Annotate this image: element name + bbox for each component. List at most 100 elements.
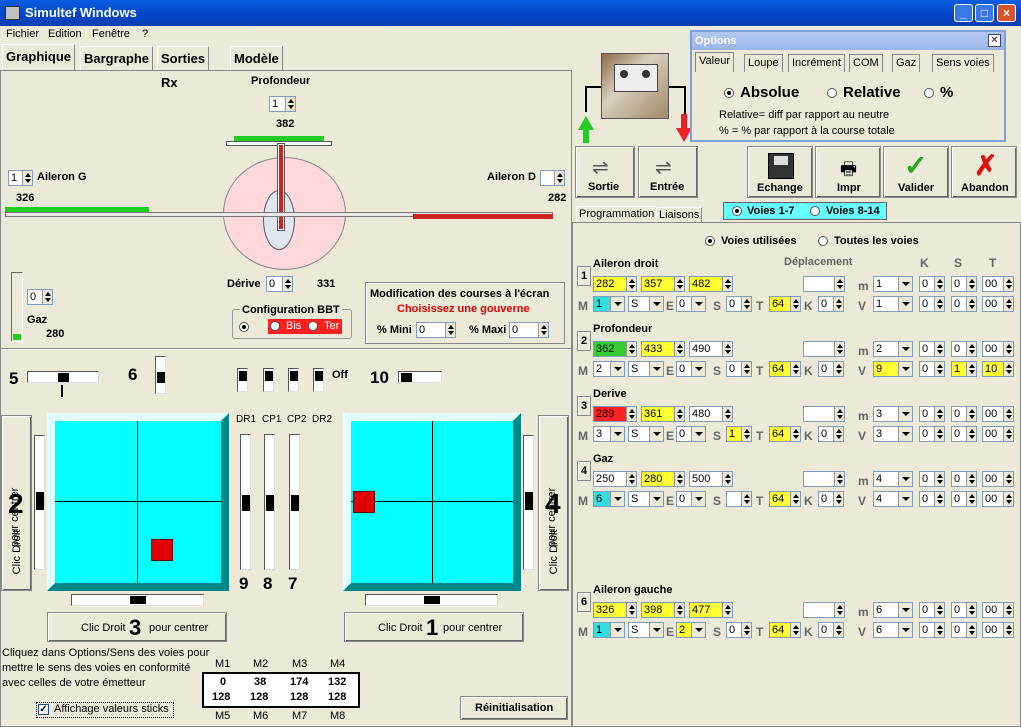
switch-cp2[interactable] <box>288 368 299 392</box>
channel-t2-value[interactable]: 00 <box>982 491 1014 507</box>
gaz-spinner[interactable]: 0 <box>27 289 53 305</box>
channel-e-select[interactable]: 0 <box>676 296 706 312</box>
left-stick-pointer[interactable] <box>151 539 173 561</box>
channel-value-neutral[interactable]: 433 <box>641 341 685 357</box>
close-button[interactable]: × <box>997 4 1016 22</box>
channel-v-select[interactable]: 1 <box>873 296 913 312</box>
channel-value-max[interactable]: 482 <box>689 276 733 292</box>
channel-s-value[interactable]: 0 <box>951 406 977 422</box>
profondeur-spinner[interactable]: 1 <box>269 96 296 112</box>
left-stick-area[interactable] <box>47 413 229 591</box>
channel-s-value[interactable]: 0 <box>951 341 977 357</box>
toutes-voies-radio[interactable] <box>818 236 828 246</box>
channel-value-max[interactable]: 480 <box>689 406 733 422</box>
switch-5-slider[interactable] <box>27 371 99 383</box>
channel-s-value[interactable]: 0 <box>951 276 977 292</box>
channel-m2-select[interactable]: 6 <box>873 602 913 618</box>
channel-value-min[interactable]: 289 <box>593 406 637 422</box>
left-stick-side-button[interactable]: pour centrer 2 Clic Droit <box>1 415 32 591</box>
switch-10-slider[interactable] <box>398 371 442 383</box>
channel-k-value[interactable]: 0 <box>919 471 945 487</box>
menu-edition[interactable]: Edition <box>48 28 82 40</box>
abandon-button[interactable]: ✗ Abandon <box>951 146 1017 198</box>
right-stick-area[interactable] <box>343 413 521 591</box>
channel-s-value[interactable]: 0 <box>951 471 977 487</box>
options-tab-increment[interactable]: Incrément <box>788 54 845 72</box>
tab-modele[interactable]: Modèle <box>230 46 283 70</box>
channel-k-spinner[interactable]: 0 <box>818 296 844 312</box>
channel-k-spinner[interactable]: 0 <box>818 491 844 507</box>
channel-k-value[interactable]: 0 <box>919 602 945 618</box>
channel-s-select[interactable]: S <box>628 622 664 638</box>
relative-radio[interactable] <box>827 88 837 98</box>
channel-v-select[interactable]: 6 <box>873 622 913 638</box>
voies-utilisees-radio[interactable] <box>705 236 715 246</box>
voies-8-14-radio[interactable] <box>810 206 820 216</box>
channel-value-min[interactable]: 282 <box>593 276 637 292</box>
absolue-radio[interactable] <box>724 88 734 98</box>
channel-s2-value[interactable]: 1 <box>951 361 977 377</box>
sticks-checkbox[interactable]: ✓ <box>38 704 49 715</box>
options-close-icon[interactable]: × <box>988 34 1001 47</box>
aileron-d-spinner[interactable] <box>540 170 565 186</box>
bbt-radio-bis[interactable] <box>270 321 280 331</box>
valider-button[interactable]: ✓ Valider <box>883 146 949 198</box>
channel-k-spinner[interactable]: 0 <box>818 622 844 638</box>
slider-7[interactable] <box>289 434 300 570</box>
channel-v-select[interactable]: 9 <box>873 361 913 377</box>
channel-e-select[interactable]: 0 <box>676 491 706 507</box>
channel-m-select[interactable]: 6 <box>593 491 625 507</box>
channel-k2-value[interactable]: 0 <box>919 426 945 442</box>
channel-v-select[interactable]: 3 <box>873 426 913 442</box>
channel-t-spinner[interactable]: 64 <box>769 622 801 638</box>
channel-k-spinner[interactable]: 0 <box>818 361 844 377</box>
channel-s-select[interactable]: S <box>628 296 664 312</box>
menu-fenetre[interactable]: Fenêtre <box>92 28 130 40</box>
channel-k-value[interactable]: 0 <box>919 406 945 422</box>
channel-m-select[interactable]: 1 <box>593 296 625 312</box>
channel-k2-value[interactable]: 0 <box>919 491 945 507</box>
channel-t-value[interactable]: 00 <box>982 406 1014 422</box>
channel-s-select[interactable]: S <box>628 491 664 507</box>
derive-spinner[interactable]: 0 <box>266 276 293 292</box>
echange-button[interactable]: Echange <box>747 146 813 198</box>
tab-programmation[interactable]: Programmation <box>576 206 658 221</box>
channel-m2-select[interactable]: 2 <box>873 341 913 357</box>
channel-k-value[interactable]: 0 <box>919 341 945 357</box>
mini-spinner[interactable]: 0 <box>416 322 456 338</box>
channel-value-max[interactable]: 500 <box>689 471 733 487</box>
channel-value-neutral[interactable]: 280 <box>641 471 685 487</box>
slider-8[interactable] <box>264 434 275 570</box>
channel-k2-value[interactable]: 0 <box>919 296 945 312</box>
channel-t-spinner[interactable]: 64 <box>769 426 801 442</box>
channel-s-spinner[interactable]: 0 <box>726 622 752 638</box>
options-tab-loupe[interactable]: Loupe <box>744 54 783 72</box>
menu-help[interactable]: ? <box>142 28 148 40</box>
channel-m-select[interactable]: 1 <box>593 622 625 638</box>
channel-k-value[interactable]: 0 <box>919 276 945 292</box>
voies-1-7-radio[interactable] <box>732 206 742 216</box>
deplacement-spinner[interactable] <box>803 471 845 487</box>
left-stick-trim[interactable] <box>34 435 45 570</box>
channel-t-value[interactable]: 00 <box>982 341 1014 357</box>
channel-s2-value[interactable]: 0 <box>951 296 977 312</box>
channel-s-spinner[interactable]: 1 <box>726 426 752 442</box>
channel-k2-value[interactable]: 0 <box>919 361 945 377</box>
bbt-radio-off[interactable] <box>239 322 249 332</box>
channel-s-spinner[interactable] <box>726 491 752 507</box>
switch-cp1[interactable] <box>263 368 274 392</box>
bbt-radio-ter[interactable] <box>308 321 318 331</box>
channel-t-value[interactable]: 00 <box>982 602 1014 618</box>
switch-dr1[interactable] <box>237 368 248 392</box>
channel-t-spinner[interactable]: 64 <box>769 361 801 377</box>
options-tab-sens-voies[interactable]: Sens voies <box>932 54 994 72</box>
right-stick-pointer[interactable] <box>353 491 375 513</box>
aileron-g-spinner[interactable]: 1 <box>8 170 33 186</box>
options-tab-valeur[interactable]: Valeur <box>695 52 734 72</box>
deplacement-spinner[interactable] <box>803 276 845 292</box>
switch-6-slider[interactable] <box>155 356 166 394</box>
switch-dr2[interactable] <box>313 368 324 392</box>
tab-bargraphe[interactable]: Bargraphe <box>80 46 154 70</box>
channel-t2-value[interactable]: 10 <box>982 361 1014 377</box>
slider-9[interactable] <box>240 434 251 570</box>
